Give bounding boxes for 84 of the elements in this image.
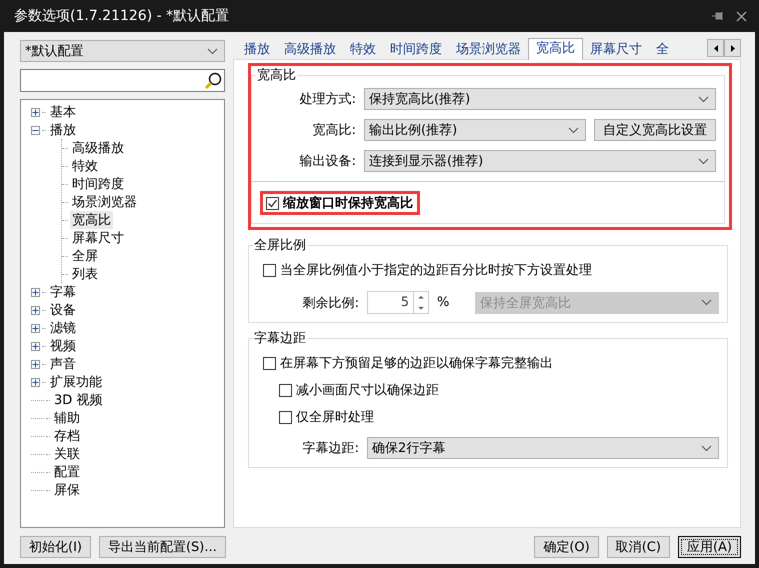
tab[interactable]: 时间跨度 (383, 40, 449, 60)
expand-icon[interactable] (31, 360, 40, 368)
field-label: 字幕边距: (302, 440, 359, 457)
expand-icon[interactable] (31, 378, 40, 386)
scroll-right-button[interactable] (724, 39, 741, 57)
tab[interactable]: 播放 (237, 40, 277, 60)
tree-item[interactable]: 3D 视频 (52, 391, 104, 409)
checkbox-label: 缩放窗口时保持宽高比 (283, 194, 413, 212)
tab[interactable]: 高级播放 (277, 40, 343, 60)
tree-item[interactable]: 关联 (52, 445, 82, 463)
checkbox[interactable] (266, 196, 279, 210)
expand-icon[interactable] (31, 342, 40, 350)
tab[interactable]: 场景浏览器 (449, 40, 528, 60)
tree-item[interactable]: 滤镜 (48, 319, 78, 337)
checkbox[interactable] (279, 384, 292, 396)
footer-button[interactable]: 导出当前配置(S)... (98, 536, 226, 558)
field-label: 宽高比: (312, 122, 356, 139)
footer-button[interactable]: 初始化(I) (20, 536, 91, 558)
tree-item[interactable]: 宽高比 (70, 211, 113, 229)
chevron-down-icon (207, 48, 218, 54)
tree-item[interactable]: 设备 (48, 301, 78, 319)
close-icon[interactable] (736, 10, 747, 22)
tree-item[interactable]: 视频 (48, 337, 78, 355)
scroll-left-button[interactable] (707, 39, 724, 57)
dropdown[interactable]: 确保2行字幕 (367, 437, 719, 459)
search-field[interactable] (20, 69, 225, 92)
group-title: 宽高比 (256, 67, 297, 84)
footer-button[interactable]: 取消(C) (606, 536, 670, 558)
tree-item[interactable]: 列表 (70, 265, 100, 283)
tab[interactable]: 特效 (343, 40, 383, 60)
checkbox[interactable] (263, 264, 276, 276)
tree-item[interactable]: 高级播放 (70, 139, 126, 157)
group-title: 字幕边距 (253, 330, 307, 347)
group-title: 全屏比例 (253, 237, 307, 254)
checkbox[interactable] (263, 356, 276, 370)
tab[interactable]: 宽高比 (528, 38, 583, 60)
expand-icon[interactable] (31, 288, 40, 296)
tree-item[interactable]: 配置 (52, 463, 82, 481)
triangle-right-icon (730, 44, 734, 52)
chevron-down-icon (698, 158, 709, 164)
search-icon (204, 72, 222, 90)
tree-item[interactable]: 场景浏览器 (70, 193, 139, 211)
expand-icon[interactable] (31, 306, 40, 314)
unit-label: % (437, 295, 450, 310)
dropdown[interactable]: 输出比例(推荐) (364, 119, 586, 141)
checkbox-label: 在屏幕下方预留足够的边距以确保字幕完整输出 (280, 355, 553, 372)
profile-dropdown[interactable]: *默认配置 (20, 40, 225, 62)
footer-button[interactable]: 确定(O) (534, 536, 599, 558)
dropdown[interactable]: 保持宽高比(推荐) (364, 88, 716, 110)
window-title: 参数选项(1.7.21126) - *默认配置 (14, 7, 230, 25)
tree-item[interactable]: 辅助 (52, 409, 82, 427)
field-label: 处理方式: (298, 91, 356, 108)
tab[interactable]: 全 (649, 40, 676, 60)
field-label: 输出设备: (298, 153, 356, 170)
custom-ratio-button[interactable]: 自定义宽高比设置 (594, 119, 716, 141)
chevron-down-icon (701, 299, 712, 306)
tree-item[interactable]: 播放 (48, 121, 78, 139)
tree-item[interactable]: 时间跨度 (70, 175, 126, 193)
collapse-icon[interactable] (31, 126, 40, 134)
number-field[interactable]: 5 (367, 291, 429, 314)
checkbox-label: 仅全屏时处理 (296, 409, 374, 426)
checkbox-label: 减小画面尺寸以确保边距 (296, 382, 439, 399)
tree-item[interactable]: 全屏 (70, 247, 100, 265)
dropdown[interactable]: 连接到显示器(推荐) (364, 150, 716, 172)
checkbox-label: 当全屏比例值小于指定的边距百分比时按下方设置处理 (280, 262, 592, 279)
chevron-down-icon (568, 126, 579, 134)
pin-icon[interactable] (712, 11, 724, 21)
tree-item[interactable]: 扩展功能 (48, 373, 104, 391)
field-label: 剩余比例: (302, 294, 359, 312)
chevron-down-icon (698, 96, 709, 102)
chevron-down-icon (701, 444, 712, 452)
triangle-left-icon (714, 44, 718, 52)
expand-icon[interactable] (31, 324, 40, 332)
tree-item[interactable]: 存档 (52, 427, 82, 445)
tree-item[interactable]: 特效 (70, 157, 100, 175)
footer-button[interactable]: 应用(A) (678, 536, 741, 558)
tab[interactable]: 屏幕尺寸 (583, 40, 649, 60)
checkbox[interactable] (279, 410, 292, 424)
tree-item[interactable]: 屏保 (52, 481, 82, 499)
tree-item[interactable]: 字幕 (48, 283, 78, 301)
tree-item[interactable]: 屏幕尺寸 (70, 229, 126, 247)
expand-icon[interactable] (31, 108, 40, 116)
tree-item[interactable]: 声音 (48, 355, 78, 373)
tree-item[interactable]: 基本 (48, 103, 78, 121)
